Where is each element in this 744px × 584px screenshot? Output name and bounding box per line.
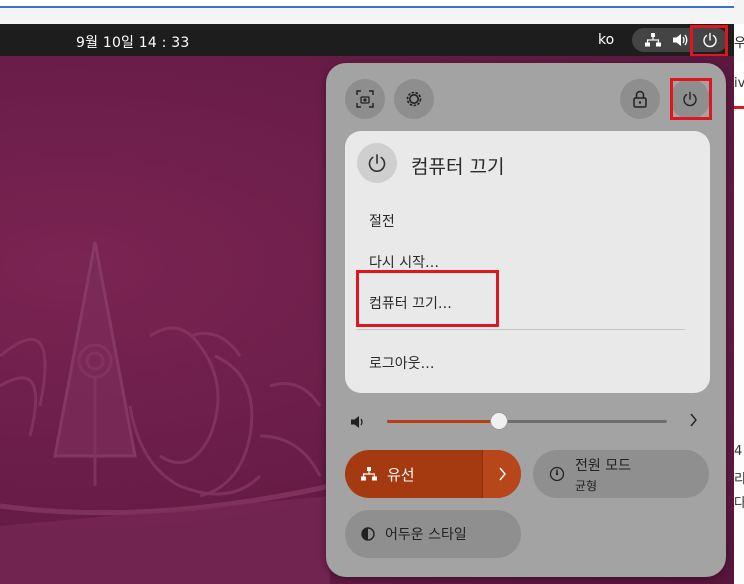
lock-button[interactable] <box>620 79 660 119</box>
volume-slider-fill <box>387 420 499 423</box>
power-mode-value: 균형 <box>575 478 598 493</box>
power-mode-tile[interactable]: 전원 모드 균형 <box>533 450 709 498</box>
wired-network-toggle[interactable]: 유선 <box>345 450 521 498</box>
top-panel: 9월 10일 14 : 33 ko <box>0 24 734 56</box>
settings-icon <box>406 91 422 107</box>
log-out-item[interactable]: 로그아웃… <box>369 353 435 373</box>
right-window-edge: 우 iv 4 리 다 <box>734 24 744 584</box>
edge-text: 4 <box>734 444 743 459</box>
edge-text: 우 <box>734 36 744 51</box>
chevron-right-icon <box>499 467 506 481</box>
volume-expand-arrow-icon[interactable] <box>688 412 698 432</box>
settings-button[interactable] <box>394 79 434 119</box>
power-mode-icon <box>549 466 565 482</box>
volume-slider[interactable] <box>387 420 667 423</box>
submenu-separator <box>357 329 685 330</box>
dark-style-icon <box>361 527 375 541</box>
submenu-title: 컴퓨터 끄기 <box>411 156 505 178</box>
edge-text: iv <box>734 76 744 91</box>
restart-item[interactable]: 다시 시작… <box>369 252 439 272</box>
power-off-submenu: 컴퓨터 끄기 절전 다시 시작… 컴퓨터 끄기… 로그아웃… <box>345 131 710 393</box>
browser-strip-line <box>0 6 734 8</box>
volume-icon <box>670 28 692 52</box>
network-wired-icon <box>642 28 664 52</box>
screenshot-icon <box>356 90 374 108</box>
input-language-indicator[interactable]: ko <box>598 32 614 48</box>
network-wired-icon <box>361 467 377 481</box>
annotation-box-power-button <box>670 78 712 120</box>
screenshot-button[interactable] <box>345 79 385 119</box>
suspend-item[interactable]: 절전 <box>369 211 395 231</box>
edge-text: 다 <box>734 496 744 511</box>
power-header-icon <box>357 143 397 183</box>
annotation-box-status-power <box>690 25 728 57</box>
lock-icon <box>633 90 647 108</box>
dark-style-toggle[interactable]: 어두운 스타일 <box>345 510 521 558</box>
browser-strip <box>0 0 744 24</box>
volume-low-icon <box>351 414 367 433</box>
volume-slider-handle[interactable] <box>490 412 508 430</box>
edge-text: 리 <box>734 472 744 487</box>
power-mode-label: 전원 모드 <box>575 457 631 474</box>
annotation-box-power-off-item <box>356 270 499 327</box>
wired-label: 유선 <box>387 465 415 484</box>
clock[interactable]: 9월 10일 14 : 33 <box>76 32 189 52</box>
dark-style-label: 어두운 스타일 <box>385 527 467 543</box>
